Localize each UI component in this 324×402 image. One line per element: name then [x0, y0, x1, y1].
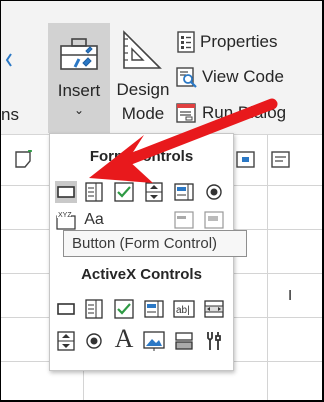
- image-icon: [143, 331, 165, 351]
- text-box-activex[interactable]: ab|: [173, 298, 195, 320]
- wrench-screwdriver-icon: [207, 332, 221, 350]
- check-box-activex[interactable]: [113, 298, 135, 320]
- activex-controls-heading: ActiveX Controls: [81, 266, 202, 283]
- spin-button-icon: [57, 331, 75, 351]
- ribbon-left-edge: ns: [1, 1, 23, 135]
- toggle-button-icon: [175, 332, 193, 350]
- check-box-form-control[interactable]: [113, 181, 135, 203]
- image-activex[interactable]: [143, 330, 165, 352]
- sheet-icon-2: [271, 151, 290, 168]
- group-box-icon: XYZ: [56, 210, 76, 230]
- run-dialog-label: Run Dialog: [202, 103, 287, 122]
- list-box-form-control[interactable]: [173, 181, 195, 203]
- button-form-control[interactable]: [55, 181, 77, 203]
- properties-button[interactable]: Properties: [176, 29, 277, 55]
- list-box-icon: [144, 300, 164, 318]
- combo-box-icon: [85, 182, 103, 202]
- label-activex[interactable]: A: [113, 324, 135, 353]
- control-tooltip: Button (Form Control): [63, 230, 247, 257]
- toolbox-icon: [60, 38, 98, 70]
- design-mode-label-line2: Mode: [121, 104, 165, 123]
- group-box-form-control[interactable]: XYZ: [55, 209, 77, 231]
- combo-box-activex[interactable]: [83, 298, 105, 320]
- xyz-label: XYZ: [58, 212, 72, 219]
- form-controls-heading: Form Controls: [89, 148, 194, 165]
- properties-label: Properties: [200, 32, 278, 51]
- sheet-icon: [236, 151, 255, 168]
- excel-window: ns Insert ⌄ Design Mode Properties View …: [1, 1, 322, 400]
- run-dialog-button[interactable]: Run Dialog: [176, 100, 286, 126]
- check-box-icon: [114, 299, 134, 319]
- option-button-icon: [86, 333, 102, 349]
- spin-button-icon: [145, 182, 163, 202]
- more-controls-activex[interactable]: [203, 330, 225, 352]
- spin-button-form-control[interactable]: [143, 181, 165, 203]
- check-box-icon: [114, 182, 134, 202]
- design-mode-icon: [123, 30, 162, 69]
- scroll-bar-activex[interactable]: [203, 298, 225, 320]
- toggle-button-activex[interactable]: [173, 330, 195, 352]
- view-code-icon: [176, 67, 197, 88]
- gridline: [267, 135, 268, 400]
- option-button-activex[interactable]: [83, 330, 105, 352]
- scroll-bar-form-control[interactable]: [173, 209, 195, 231]
- view-code-button[interactable]: View Code: [176, 64, 284, 90]
- view-code-label: View Code: [202, 67, 284, 86]
- label-form-control[interactable]: Aa: [83, 209, 105, 231]
- text-cursor-glyph: I: [288, 287, 293, 304]
- new-note-icon: [15, 150, 32, 168]
- scroll-bar-icon: [174, 211, 194, 229]
- letter-a-icon: A: [114, 324, 134, 353]
- chevron-down-icon: ⌄: [73, 103, 85, 117]
- partial-icon: [5, 53, 12, 67]
- svg-text:ab|: ab|: [176, 305, 190, 316]
- combo-box-icon: [85, 299, 103, 319]
- button-control-icon: [57, 186, 75, 198]
- insert-label: Insert: [57, 81, 101, 100]
- list-box-icon: [174, 183, 194, 201]
- text-field-icon: [204, 211, 224, 229]
- spin-button-activex[interactable]: [55, 330, 77, 352]
- command-button-activex[interactable]: [55, 298, 77, 320]
- text-field-form-control[interactable]: [203, 209, 225, 231]
- design-mode-label-line1: Design: [116, 80, 170, 99]
- list-box-activex[interactable]: [143, 298, 165, 320]
- scroll-bar-icon: [204, 300, 224, 318]
- run-dialog-icon: [176, 103, 196, 123]
- insert-controls-button[interactable]: Insert ⌄: [48, 23, 110, 133]
- properties-icon: [177, 31, 195, 53]
- design-mode-button[interactable]: Design Mode: [113, 23, 173, 133]
- combo-box-form-control[interactable]: [83, 181, 105, 203]
- text-box-icon: ab|: [173, 300, 195, 318]
- option-button-form-control[interactable]: [203, 181, 225, 203]
- option-button-icon: [206, 184, 222, 200]
- ribbon-edge-label: ns: [1, 105, 19, 124]
- command-button-icon: [57, 303, 75, 315]
